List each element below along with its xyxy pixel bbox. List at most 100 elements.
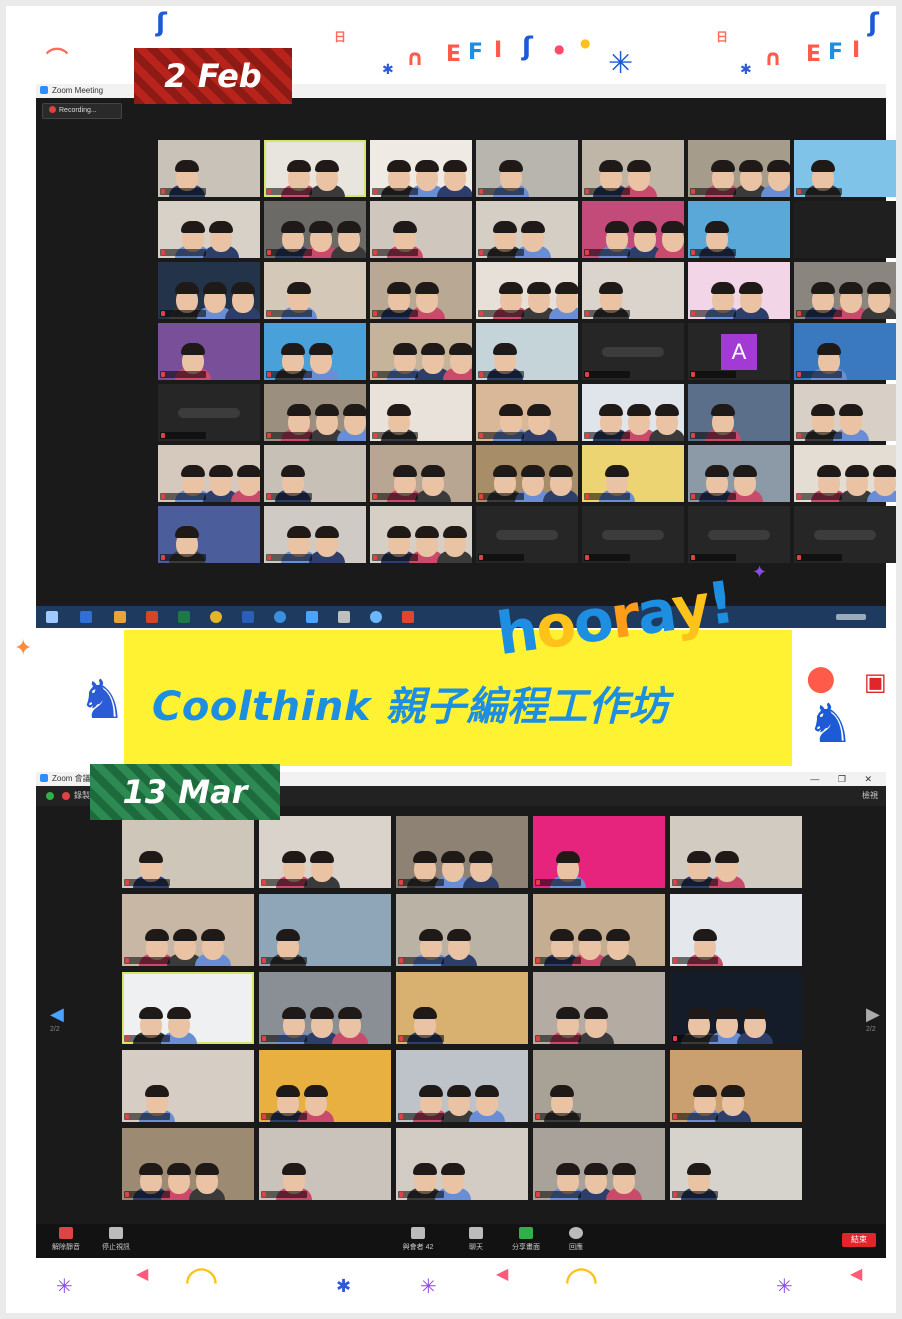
participant-tile[interactable]: [122, 816, 254, 888]
participant-tile[interactable]: [582, 506, 684, 563]
word-icon[interactable]: [242, 611, 254, 623]
next-page-icon[interactable]: ▶: [866, 1004, 880, 1025]
participant-tile[interactable]: [122, 1050, 254, 1122]
participant-tile[interactable]: [264, 445, 366, 502]
participant-tile[interactable]: [533, 816, 665, 888]
participant-tile[interactable]: [158, 140, 260, 197]
participant-tile[interactable]: [476, 140, 578, 197]
edge-icon[interactable]: [274, 611, 286, 623]
participant-tile[interactable]: [370, 323, 472, 380]
participant-tile[interactable]: [476, 323, 578, 380]
participant-tile[interactable]: [158, 506, 260, 563]
participant-tile[interactable]: [370, 384, 472, 441]
participant-tile[interactable]: [688, 140, 790, 197]
recording-icon[interactable]: [62, 792, 70, 800]
participant-tile[interactable]: [396, 1050, 528, 1122]
participant-tile[interactable]: [264, 384, 366, 441]
participant-tile[interactable]: [396, 1128, 528, 1200]
participant-tile[interactable]: [670, 1128, 802, 1200]
participant-tile[interactable]: [582, 323, 684, 380]
participant-tile[interactable]: [259, 816, 391, 888]
stop-video-button[interactable]: 停止視訊: [86, 1227, 146, 1252]
participant-tile[interactable]: [794, 262, 896, 319]
participant-tile[interactable]: [370, 262, 472, 319]
participants-button[interactable]: 與會者 42: [388, 1227, 448, 1252]
participant-hair: [310, 1007, 334, 1019]
participant-tile[interactable]: [122, 972, 254, 1044]
zoom-taskbar-icon[interactable]: [306, 611, 318, 623]
participant-tile[interactable]: [582, 262, 684, 319]
participant-tile[interactable]: [582, 384, 684, 441]
reactions-button[interactable]: 回應: [546, 1227, 606, 1252]
excel-icon[interactable]: [178, 611, 190, 623]
participant-tile[interactable]: [396, 972, 528, 1044]
participant-tile[interactable]: [264, 262, 366, 319]
app-icon[interactable]: [402, 611, 414, 623]
participant-tile[interactable]: [370, 506, 472, 563]
participant-tile[interactable]: [688, 506, 790, 563]
participant-tile[interactable]: [476, 506, 578, 563]
chrome-icon[interactable]: [210, 611, 222, 623]
participant-tile[interactable]: [264, 506, 366, 563]
participant-tile[interactable]: [688, 445, 790, 502]
participant-tile[interactable]: [396, 816, 528, 888]
participant-tile[interactable]: [688, 262, 790, 319]
participant-tile[interactable]: [122, 1128, 254, 1200]
chat-icon[interactable]: [370, 611, 382, 623]
participant-tile[interactable]: [476, 201, 578, 258]
participant-tile[interactable]: [794, 140, 896, 197]
participant-tile[interactable]: [688, 201, 790, 258]
participant-tile[interactable]: [582, 201, 684, 258]
security-shield-icon[interactable]: [46, 792, 54, 800]
outlook-icon[interactable]: [80, 611, 92, 623]
participant-tile[interactable]: [158, 384, 260, 441]
participant-tile[interactable]: [794, 323, 896, 380]
participant-tile[interactable]: [670, 1050, 802, 1122]
participant-tile[interactable]: [533, 894, 665, 966]
participant-tile[interactable]: [794, 445, 896, 502]
participant-tile[interactable]: [370, 445, 472, 502]
participant-tile[interactable]: [794, 384, 896, 441]
window-controls[interactable]: — ❐ ✕: [810, 772, 880, 786]
participant-tile[interactable]: [476, 384, 578, 441]
powerpoint-icon[interactable]: [146, 611, 158, 623]
participant-tile[interactable]: [670, 972, 802, 1044]
participant-tile[interactable]: [259, 1128, 391, 1200]
recording-indicator[interactable]: Recording...: [42, 103, 122, 119]
participant-tile[interactable]: [533, 1050, 665, 1122]
participant-tile[interactable]: [259, 894, 391, 966]
participant-tile[interactable]: [670, 894, 802, 966]
participant-tile[interactable]: [264, 201, 366, 258]
tray-icons[interactable]: [836, 614, 866, 620]
participant-tile[interactable]: [122, 894, 254, 966]
participant-tile[interactable]: [396, 894, 528, 966]
prev-page-icon[interactable]: ◀: [50, 1004, 64, 1025]
participant-tile[interactable]: [158, 323, 260, 380]
participant-tile[interactable]: [794, 506, 896, 563]
paint-icon[interactable]: [338, 611, 350, 623]
participant-tile[interactable]: [533, 1128, 665, 1200]
participant-tile[interactable]: [259, 1050, 391, 1122]
participant-tile[interactable]: [264, 140, 366, 197]
participant-tile[interactable]: [476, 445, 578, 502]
participant-tile[interactable]: [688, 384, 790, 441]
participant-tile[interactable]: [476, 262, 578, 319]
view-button[interactable]: 檢視: [862, 790, 878, 801]
participant-tile[interactable]: [582, 445, 684, 502]
start-icon[interactable]: [46, 611, 58, 623]
participant-tile[interactable]: [158, 262, 260, 319]
participant-tile[interactable]: [370, 140, 472, 197]
end-meeting-button[interactable]: 結束: [842, 1233, 876, 1247]
participant-tile[interactable]: [259, 972, 391, 1044]
participant-tile[interactable]: [264, 323, 366, 380]
participant-tile[interactable]: [794, 201, 896, 258]
participant-tile[interactable]: [582, 140, 684, 197]
participant-tile[interactable]: [158, 201, 260, 258]
participant-tile[interactable]: [670, 816, 802, 888]
participant-tile[interactable]: [533, 972, 665, 1044]
participant-tile[interactable]: [370, 201, 472, 258]
participant-tile[interactable]: [158, 445, 260, 502]
participant-tile[interactable]: A: [688, 323, 790, 380]
folder-icon[interactable]: [114, 611, 126, 623]
participant-name-bar: [266, 493, 312, 500]
